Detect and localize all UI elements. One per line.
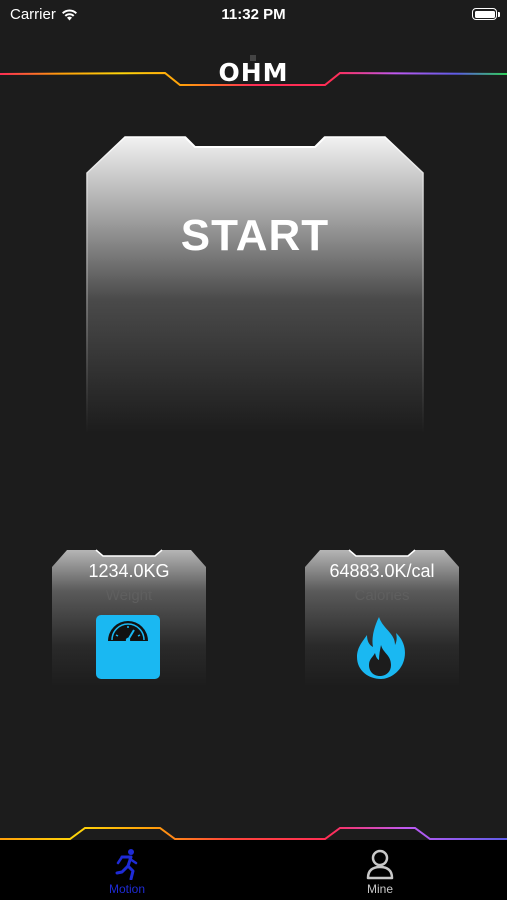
start-panel-frame (86, 136, 424, 433)
status-bar: Carrier 11:32 PM (0, 0, 507, 30)
start-label: START (180, 211, 330, 260)
tab-motion[interactable]: Motion (67, 848, 187, 896)
app-screen: Carrier 11:32 PM OHM START 1234.0KG Weig… (0, 0, 507, 900)
status-time: 11:32 PM (221, 6, 286, 23)
running-person-icon (115, 849, 138, 880)
flame-icon (357, 617, 405, 679)
calories-label: Calories (354, 587, 410, 604)
tab-mine[interactable]: Mine (320, 848, 440, 896)
tab-mine-label: Mine (366, 882, 393, 896)
start-button[interactable]: START (85, 133, 425, 433)
calories-card[interactable]: 64883.0K/cal Calories (304, 547, 460, 687)
battery-icon (472, 8, 500, 20)
weight-card[interactable]: 1234.0KG Weight (51, 547, 207, 687)
user-profile-icon (366, 849, 394, 880)
weight-label: Weight (105, 587, 153, 604)
tab-motion-label: Motion (108, 882, 146, 896)
scale-icon (96, 615, 160, 679)
tab-bar: Motion Mine (0, 840, 507, 900)
app-logo: OHM (218, 58, 289, 87)
weight-value: 1234.0KG (88, 561, 170, 581)
calories-value: 64883.0K/cal (329, 561, 435, 581)
